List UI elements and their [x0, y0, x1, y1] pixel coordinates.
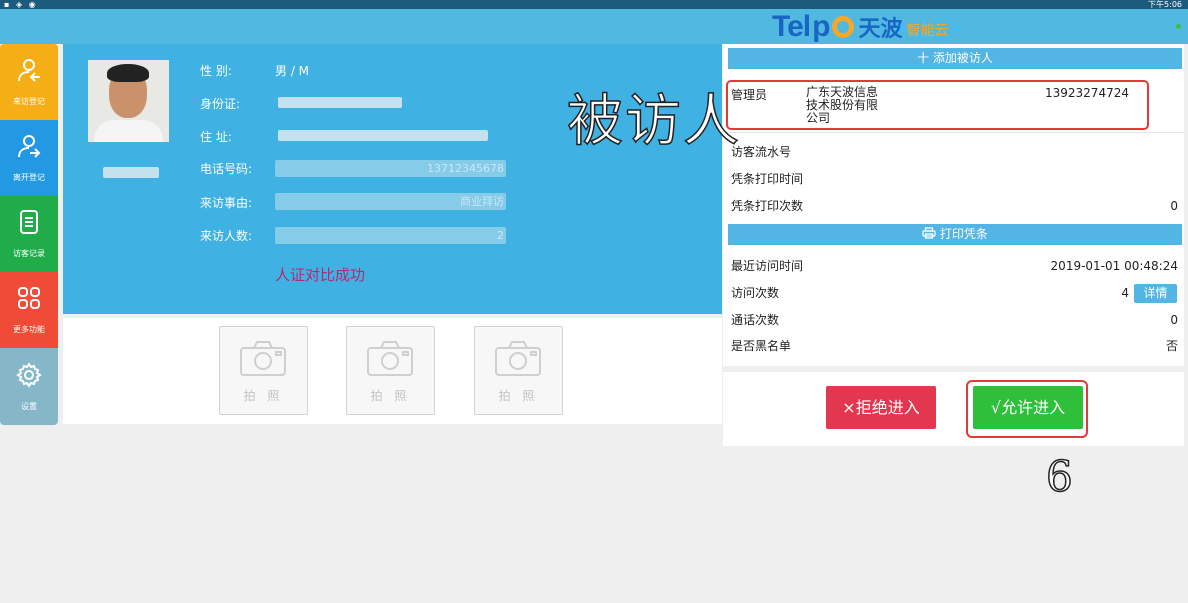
phone-field[interactable]: 13712345678	[275, 160, 506, 177]
sidebar-item-more[interactable]: 更多功能	[0, 272, 58, 348]
sidebar: 来访登记 离开登记 访客记录 更多功能 设置	[0, 44, 58, 425]
gender-value: 男 / M	[275, 64, 310, 78]
print-count-label: 凭条打印次数	[731, 199, 804, 213]
visitor-photo	[88, 60, 169, 142]
blacklist-value: 否	[1165, 339, 1178, 353]
count-field[interactable]: 2	[275, 227, 506, 244]
reason-label: 来访事由:	[200, 196, 253, 210]
call-count-label: 通话次数	[731, 313, 780, 327]
logo-ring-icon	[832, 15, 855, 38]
call-count-row: 通话次数 0	[731, 310, 1178, 330]
annotation-step-number: 6	[1045, 451, 1073, 502]
camera-icon	[367, 341, 413, 376]
photo-label: 拍 照	[370, 389, 411, 403]
visitor-checkin-icon	[16, 57, 42, 88]
print-count-row: 凭条打印次数 0	[731, 196, 1178, 216]
sidebar-item-settings[interactable]: 设置	[0, 348, 58, 425]
id-label: 身份证:	[200, 97, 241, 111]
call-count-value: 0	[1170, 313, 1178, 327]
status-icons: ▪ ◈ ◉	[4, 0, 38, 9]
visit-count-value: 4	[1121, 286, 1129, 300]
document-list-icon	[16, 209, 42, 240]
visitor-name-blurred	[103, 167, 159, 178]
annotation-highlight-visitee	[726, 80, 1149, 130]
photo-label: 拍 照	[498, 389, 539, 403]
top-bar: Tel p 天波 智能云	[0, 9, 1188, 44]
sidebar-item-label: 更多功能	[13, 325, 45, 334]
logo-brand-p: p	[812, 9, 830, 43]
app-root: ▪ ◈ ◉ 下午5:06 Tel p 天波 智能云 来访登记 离开登记 访客记录…	[0, 0, 1188, 603]
grid-apps-icon	[16, 285, 42, 316]
sidebar-item-visitor-checkin[interactable]: 来访登记	[0, 44, 58, 120]
sidebar-item-label: 访客记录	[13, 249, 45, 258]
online-indicator	[1176, 24, 1181, 29]
sidebar-item-label: 设置	[21, 401, 37, 411]
logo-sub: 智能云	[906, 22, 949, 39]
reject-entry-button[interactable]: ×拒绝进入	[826, 386, 936, 429]
photo-label: 拍 照	[243, 389, 284, 403]
blacklist-row: 是否黑名单 否	[731, 336, 1178, 356]
visit-count-label: 访问次数	[731, 286, 780, 300]
print-time-row: 凭条打印时间	[731, 169, 1178, 189]
sidebar-item-visitor-records[interactable]: 访客记录	[0, 196, 58, 272]
take-photo-button-2[interactable]: 拍 照	[346, 326, 435, 415]
logo-cn-name: 天波	[858, 16, 903, 42]
sidebar-item-visitor-checkout[interactable]: 离开登记	[0, 120, 58, 196]
phone-label: 电话号码:	[200, 162, 253, 176]
print-receipt-button[interactable]: 打印凭条	[728, 224, 1182, 245]
take-photo-button-3[interactable]: 拍 照	[474, 326, 563, 415]
count-label: 来访人数:	[200, 229, 253, 243]
printer-icon	[922, 227, 940, 241]
verify-status: 人证对比成功	[275, 266, 366, 284]
address-label: 住 址:	[200, 130, 232, 144]
sidebar-item-label: 来访登记	[13, 97, 45, 106]
last-visit-label: 最近访问时间	[731, 259, 804, 273]
visitor-checkout-icon	[16, 133, 42, 164]
status-bar: ▪ ◈ ◉ 下午5:06	[0, 0, 1188, 9]
serial-row: 访客流水号	[731, 142, 1178, 162]
reason-field[interactable]: 商业拜访	[275, 193, 506, 210]
sidebar-item-label: 离开登记	[13, 173, 45, 182]
status-time: 下午5:06	[1148, 0, 1182, 9]
section-gap	[723, 366, 1184, 372]
print-count-value: 0	[1170, 199, 1178, 213]
annotation-visitee-text: 被访人	[566, 88, 741, 155]
telpo-logo: Tel p 天波 智能云	[772, 9, 948, 44]
gender-label: 性 别:	[200, 64, 232, 78]
visit-count-row: 访问次数 4	[731, 283, 1129, 303]
blacklist-label: 是否黑名单	[731, 339, 792, 353]
gear-icon	[16, 361, 42, 393]
camera-icon	[240, 341, 286, 376]
take-photo-button-1[interactable]: 拍 照	[219, 326, 308, 415]
print-receipt-label: 打印凭条	[939, 227, 988, 241]
address-value-blurred	[278, 130, 488, 141]
annotation-highlight-allow	[966, 380, 1088, 438]
details-button[interactable]: 详情	[1134, 284, 1177, 303]
add-visitee-button[interactable]: 十 添加被访人	[728, 48, 1182, 69]
divider	[724, 132, 1184, 133]
print-time-label: 凭条打印时间	[731, 172, 804, 186]
camera-icon	[495, 341, 541, 376]
logo-brand: Tel	[772, 9, 811, 43]
last-visit-row: 最近访问时间 2019-01-01 00:48:24	[731, 256, 1178, 276]
last-visit-value: 2019-01-01 00:48:24	[1050, 259, 1178, 273]
id-value-blurred	[278, 97, 402, 108]
